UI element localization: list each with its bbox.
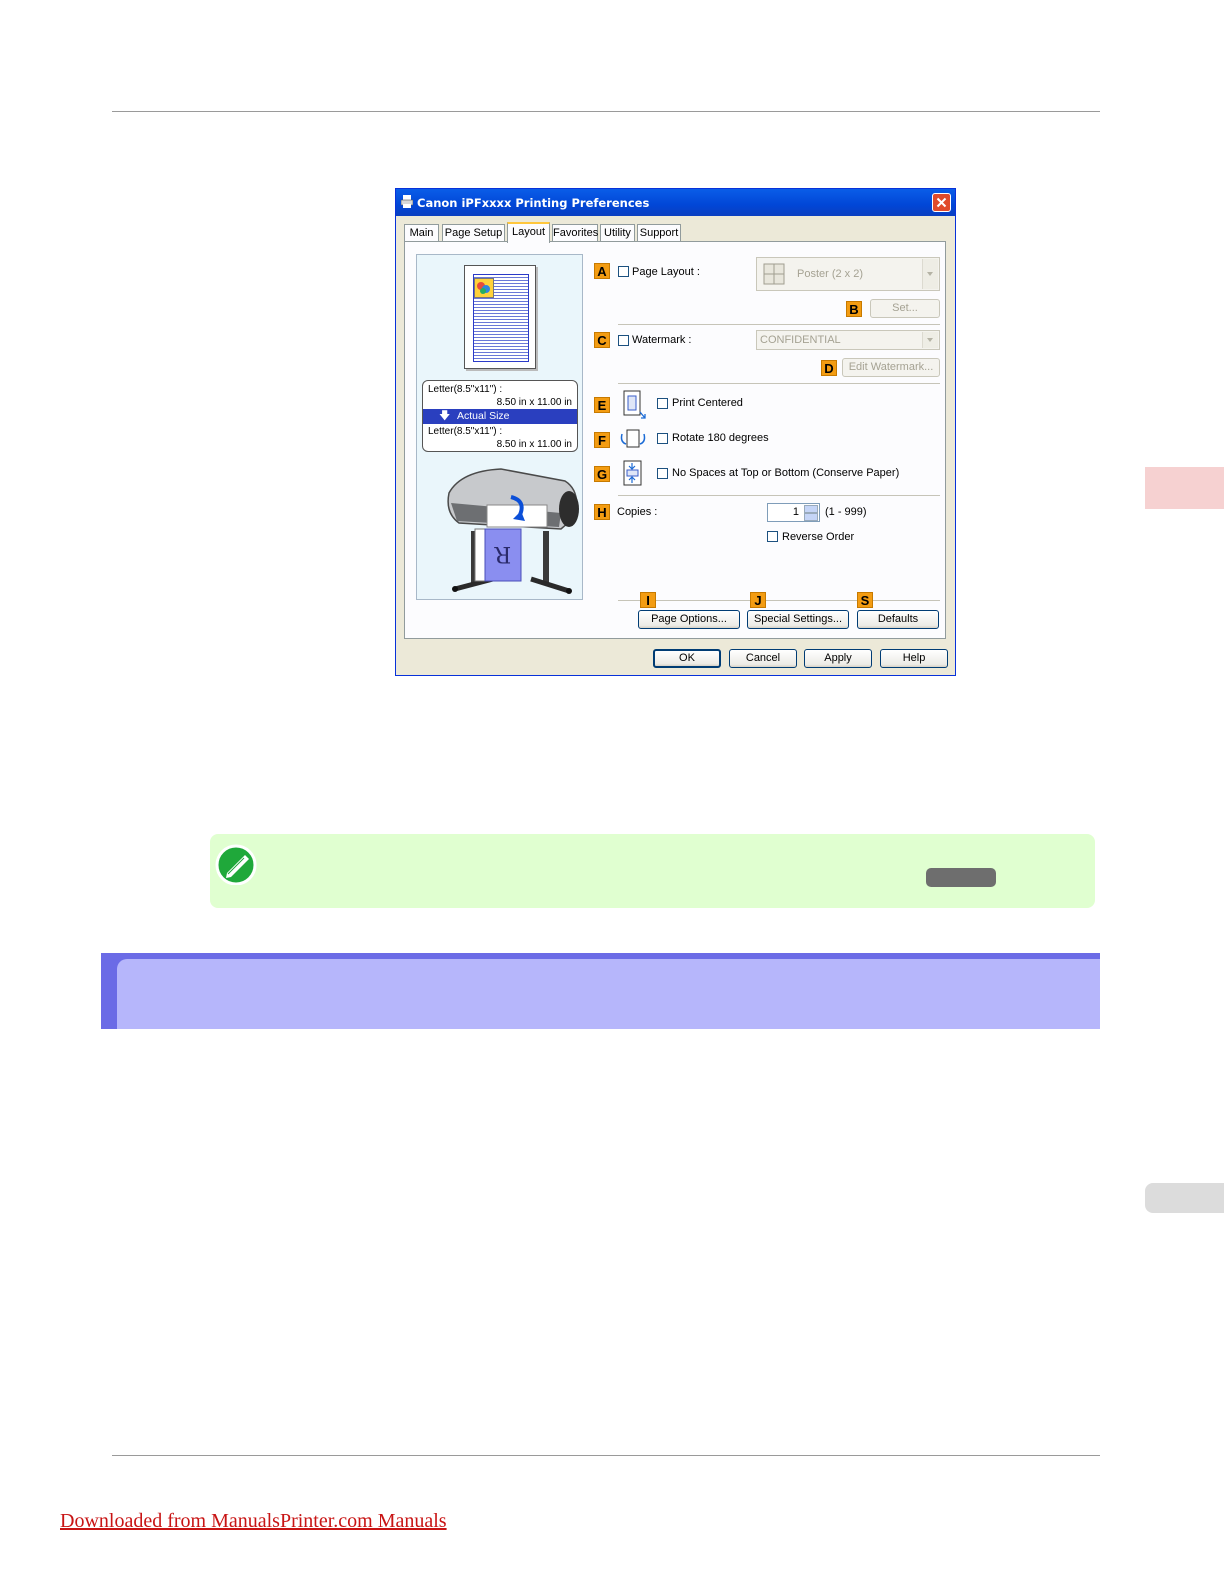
preview-area: Letter(8.5"x11") : 8.50 in x 11.00 in 🡇 …: [416, 254, 583, 600]
reference-badge[interactable]: [926, 868, 996, 887]
watermark-label: Watermark :: [632, 334, 692, 346]
footer-rule: [112, 1455, 1100, 1456]
print-centered-checkbox[interactable]: [657, 398, 668, 409]
chevron-down-icon: [922, 332, 938, 348]
tag-g: G: [594, 466, 610, 482]
tag-a: A: [594, 263, 610, 279]
page-layout-select[interactable]: Poster (2 x 2): [756, 257, 940, 291]
chevron-down-icon: [922, 259, 938, 289]
print-centered-label: Print Centered: [672, 397, 743, 409]
edit-watermark-button[interactable]: Edit Watermark...: [842, 358, 940, 377]
scale-bar: 🡇 Actual Size: [423, 409, 577, 424]
tab-main[interactable]: Main: [404, 224, 439, 241]
separator: [618, 383, 940, 384]
printer-illustration: R: [447, 468, 579, 594]
tab-favorites[interactable]: Favorites: [552, 224, 598, 241]
reverse-order-label: Reverse Order: [782, 531, 855, 543]
paper-preview: [464, 265, 536, 369]
copies-range: (1 - 999): [825, 506, 867, 518]
special-settings-button[interactable]: Special Settings...: [747, 610, 849, 629]
output-size: Letter(8.5"x11") :: [428, 426, 503, 437]
apply-button[interactable]: Apply: [804, 649, 872, 668]
watermark-checkbox[interactable]: [618, 335, 629, 346]
svg-text:R: R: [493, 541, 511, 566]
dialog-titlebar: Canon iPFxxxx Printing Preferences: [396, 189, 955, 216]
no-spaces-icon: [623, 460, 642, 486]
scale-label: Actual Size: [457, 410, 510, 422]
copies-stepper[interactable]: 1: [767, 503, 820, 522]
no-spaces-checkbox[interactable]: [657, 468, 668, 479]
index-side-tab[interactable]: [1145, 1183, 1224, 1213]
chapter-side-tab[interactable]: [1145, 467, 1224, 509]
separator: [618, 600, 940, 601]
tag-j: J: [750, 592, 766, 608]
output-dims: 8.50 in x 11.00 in: [496, 439, 572, 450]
header-rule: [112, 111, 1100, 112]
tag-b: B: [846, 301, 862, 317]
layout-panel: Letter(8.5"x11") : 8.50 in x 11.00 in 🡇 …: [404, 241, 946, 639]
tag-i: I: [640, 592, 656, 608]
no-spaces-label: No Spaces at Top or Bottom (Conserve Pap…: [672, 467, 900, 479]
rotate-icon: [620, 429, 646, 448]
separator: [618, 495, 940, 496]
tab-support[interactable]: Support: [637, 224, 681, 241]
printing-preferences-dialog: Canon iPFxxxx Printing Preferences Main …: [395, 188, 956, 676]
arrow-down-icon: 🡇: [439, 410, 451, 422]
watermark-value: CONFIDENTIAL: [760, 334, 841, 346]
watermark-select[interactable]: CONFIDENTIAL: [756, 330, 940, 350]
page-layout-checkbox[interactable]: [618, 266, 629, 277]
copies-label: Copies :: [617, 506, 658, 518]
note-pencil-icon: [215, 844, 257, 885]
rotate-180-label: Rotate 180 degrees: [672, 432, 769, 444]
size-info-box: Letter(8.5"x11") : 8.50 in x 11.00 in 🡇 …: [422, 380, 578, 452]
page-options-button[interactable]: Page Options...: [638, 610, 740, 629]
rotate-180-checkbox[interactable]: [657, 433, 668, 444]
section-header: [101, 953, 1100, 1029]
copies-value: 1: [792, 506, 799, 518]
reverse-order-checkbox[interactable]: [767, 531, 778, 542]
page-layout-value: Poster (2 x 2): [797, 268, 864, 280]
tag-e: E: [594, 397, 610, 413]
ok-button[interactable]: OK: [653, 649, 721, 668]
tab-layout[interactable]: Layout: [507, 222, 550, 243]
section-header-inner: [117, 959, 1100, 1029]
tag-h: H: [594, 504, 610, 520]
dialog-title: Canon iPFxxxx Printing Preferences: [417, 196, 650, 210]
help-button[interactable]: Help: [880, 649, 948, 668]
print-centered-icon: [623, 390, 646, 419]
close-button[interactable]: [932, 193, 951, 212]
tag-d: D: [821, 360, 837, 376]
image-thumbnail-icon: [474, 278, 494, 298]
footer-download-link[interactable]: Downloaded from ManualsPrinter.com Manua…: [60, 1510, 447, 1533]
spin-down-button[interactable]: [804, 513, 818, 521]
set-button[interactable]: Set...: [870, 299, 940, 318]
spin-up-button[interactable]: [804, 505, 818, 513]
tag-s: S: [857, 592, 873, 608]
tab-page-setup[interactable]: Page Setup: [442, 224, 505, 241]
close-icon: [936, 197, 947, 208]
page-layout-label: Page Layout :: [632, 266, 700, 278]
defaults-button[interactable]: Defaults: [857, 610, 939, 629]
tab-utility[interactable]: Utility: [600, 224, 635, 241]
tag-f: F: [594, 432, 610, 448]
separator: [618, 324, 940, 325]
tag-c: C: [594, 332, 610, 348]
cancel-button[interactable]: Cancel: [729, 649, 797, 668]
original-size: Letter(8.5"x11") :: [428, 384, 503, 395]
original-dims: 8.50 in x 11.00 in: [496, 397, 572, 408]
poster-layout-icon: [763, 263, 785, 285]
printer-icon: [401, 195, 413, 208]
